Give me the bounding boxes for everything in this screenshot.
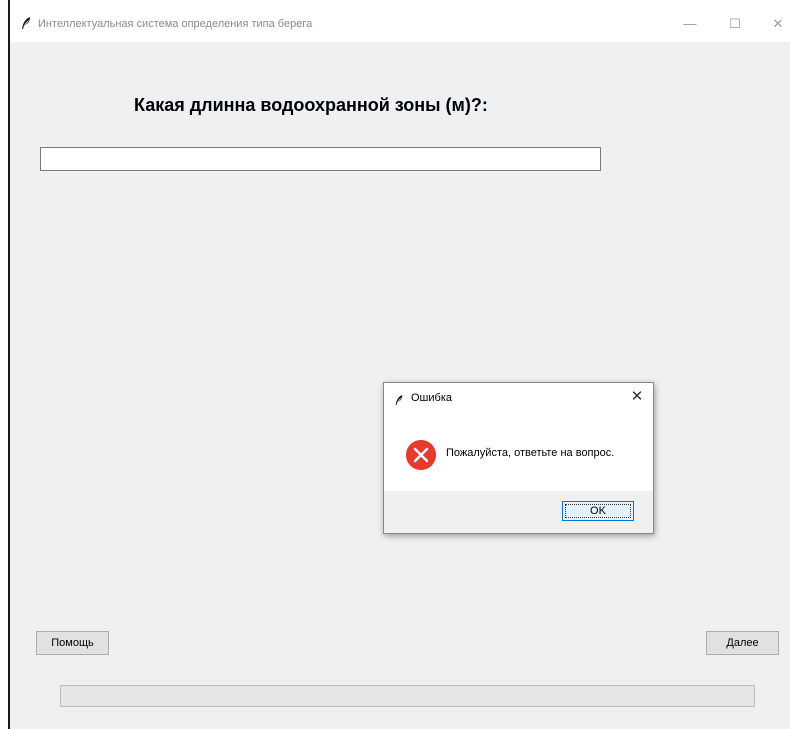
close-icon[interactable]: ✕ bbox=[758, 10, 790, 38]
maximize-icon[interactable]: ☐ bbox=[715, 10, 755, 38]
feather-icon bbox=[22, 17, 30, 29]
question-label: Какая длинна водоохранной зоны (м)?: bbox=[133, 93, 489, 117]
ok-button[interactable]: OK bbox=[562, 501, 634, 521]
window-title: Интеллектуальная система определения тип… bbox=[38, 18, 313, 30]
minimize-icon[interactable]: — bbox=[670, 10, 710, 38]
dialog-title: Ошибка bbox=[411, 392, 452, 404]
main-window: Интеллектуальная система определения тип… bbox=[10, 0, 790, 729]
error-dialog: Ошибка ✕ Пожалуйста, ответьте на вопрос.… bbox=[383, 382, 654, 534]
dialog-footer: OK bbox=[384, 491, 653, 533]
progress-bar bbox=[60, 685, 755, 707]
feather-icon bbox=[395, 395, 403, 405]
dialog-message: Пожалуйста, ответьте на вопрос. bbox=[446, 447, 615, 459]
dialog-close-icon[interactable]: ✕ bbox=[627, 387, 647, 407]
next-button[interactable]: Далее bbox=[706, 631, 779, 655]
title-bar[interactable]: Интеллектуальная система определения тип… bbox=[10, 0, 790, 42]
focus-ring bbox=[565, 504, 631, 518]
help-button[interactable]: Помощь bbox=[36, 631, 109, 655]
error-icon bbox=[406, 440, 436, 470]
answer-input[interactable] bbox=[40, 147, 601, 171]
